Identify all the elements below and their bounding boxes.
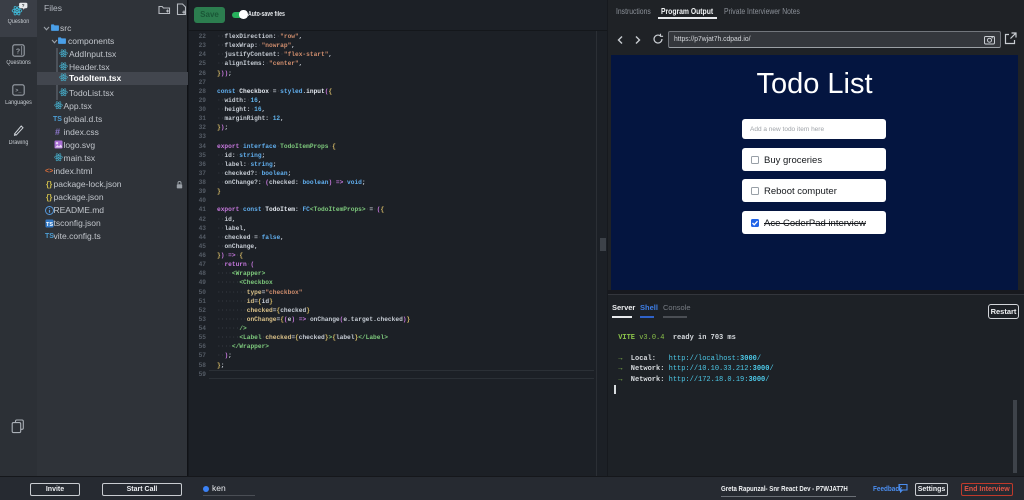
svg-text:>_: >_ bbox=[15, 88, 22, 94]
svg-text:?: ? bbox=[16, 48, 20, 55]
svg-text:TS: TS bbox=[46, 222, 53, 228]
svg-text:?: ? bbox=[22, 3, 25, 8]
